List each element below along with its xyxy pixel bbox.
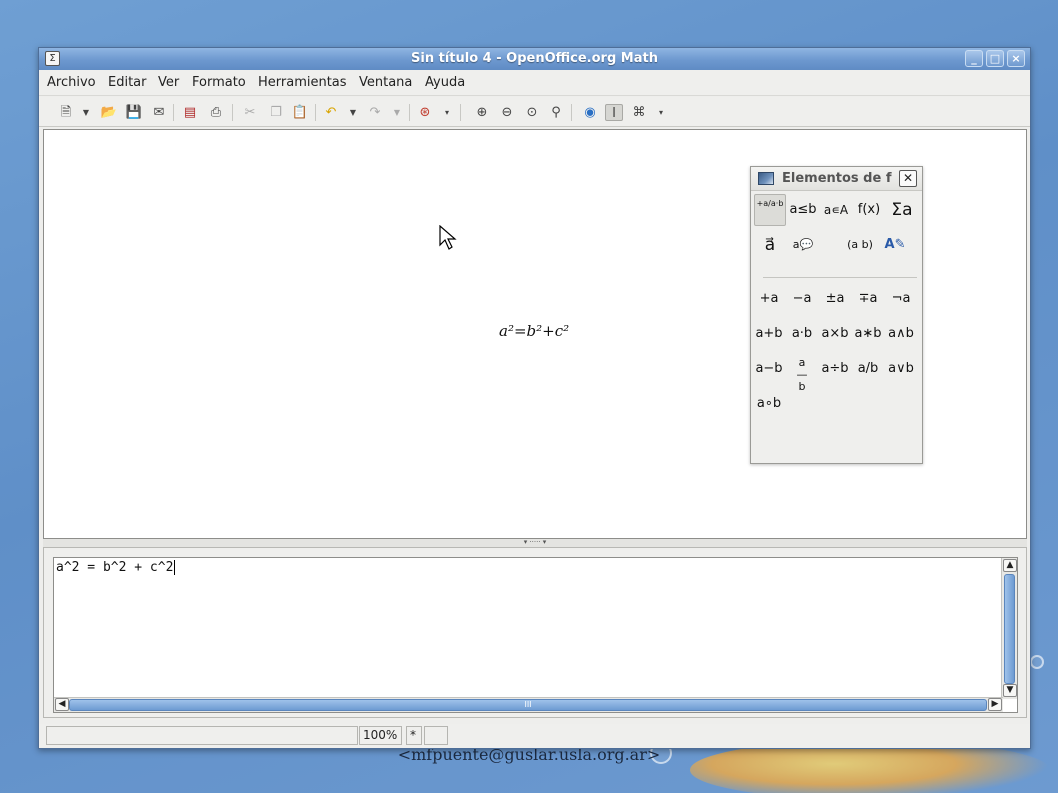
scroll-right-icon[interactable]: ▶ xyxy=(988,698,1002,711)
symbols-icon[interactable]: ⌘ xyxy=(630,104,648,121)
new-document-icon[interactable]: 🗎 xyxy=(57,104,75,121)
vertical-scrollbar[interactable]: ▲ ▼ xyxy=(1001,558,1017,699)
update-icon[interactable]: ◉ xyxy=(581,104,599,121)
element-a-or-b[interactable]: a∨b xyxy=(885,353,917,385)
category-functions-icon[interactable]: f(x) xyxy=(853,194,885,226)
category-relations-icon[interactable]: a≤b xyxy=(787,194,819,226)
show-all-icon[interactable]: ⚲ xyxy=(547,104,565,121)
category-set-operations-icon[interactable]: a∊A xyxy=(820,194,852,226)
formula-cursor-icon[interactable]: I xyxy=(605,104,623,121)
menu-ventana[interactable]: Ventana xyxy=(359,75,412,90)
cut-icon[interactable]: ✂ xyxy=(241,104,259,121)
toolbar-separator xyxy=(173,104,174,121)
export-pdf-icon[interactable]: ▤ xyxy=(181,104,199,121)
toolbar-separator xyxy=(460,104,461,121)
elements-panel-title: Elementos de f xyxy=(782,171,892,186)
toolbar-overflow-icon[interactable]: ▾ xyxy=(438,104,456,121)
zoom-in-icon[interactable]: ⊕ xyxy=(473,104,491,121)
open-icon[interactable]: 📂 xyxy=(100,104,118,121)
command-text[interactable]: a^2 = b^2 + c^2 xyxy=(56,560,176,575)
commands-panel: a^2 = b^2 + c^2 ▲ ▼ ◀ III ▶ xyxy=(43,547,1027,718)
element-a-cdot-b[interactable]: a·b xyxy=(786,318,818,350)
horizontal-scrollbar[interactable]: ◀ III ▶ xyxy=(54,697,1003,712)
element-not-a[interactable]: ¬a xyxy=(885,283,917,315)
toolbar-separator xyxy=(315,104,316,121)
print-icon[interactable]: ⎙ xyxy=(207,104,225,121)
maximize-button[interactable]: □ xyxy=(986,50,1004,67)
zoom-level[interactable]: 100% xyxy=(359,726,402,745)
close-button[interactable]: × xyxy=(1007,50,1025,67)
vertical-scroll-thumb[interactable] xyxy=(1004,574,1015,684)
element-a-and-b[interactable]: a∧b xyxy=(885,318,917,350)
dropdown-icon[interactable]: ▼ xyxy=(388,104,406,121)
element-minus-a[interactable]: −a xyxy=(786,283,818,315)
category-others-icon[interactable]: a💬 xyxy=(787,229,819,261)
toolbar-separator xyxy=(409,104,410,121)
elements-panel: Elementos de f ✕ +a/a·b a≤b a∊A f(x) Σa … xyxy=(750,166,923,464)
element-a-div-b[interactable]: a÷b xyxy=(819,353,851,385)
modified-indicator: * xyxy=(406,726,422,745)
element-plus-a[interactable]: +a xyxy=(753,283,785,315)
minimize-button[interactable]: _ xyxy=(965,50,983,67)
category-unary-binary-icon[interactable]: +a/a·b xyxy=(754,194,786,226)
element-a-circ-b[interactable]: a∘b xyxy=(753,388,785,420)
email-icon[interactable]: ✉ xyxy=(150,104,168,121)
title-bar[interactable]: Σ Sin título 4 - OpenOffice.org Math _ □… xyxy=(39,48,1030,70)
undo-icon[interactable]: ↶ xyxy=(322,104,340,121)
status-bar: 100% * xyxy=(39,724,1030,748)
menu-herramientas[interactable]: Herramientas xyxy=(258,75,347,90)
element-a-plus-b[interactable]: a+b xyxy=(753,318,785,350)
element-a-times-b[interactable]: a×b xyxy=(819,318,851,350)
scroll-down-icon[interactable]: ▼ xyxy=(1003,684,1017,697)
dropdown-icon[interactable]: ▼ xyxy=(77,104,95,121)
toolbar-overflow-icon[interactable]: ▾ xyxy=(652,104,670,121)
command-input[interactable]: a^2 = b^2 + c^2 ▲ ▼ ◀ III ▶ xyxy=(53,557,1018,713)
element-a-minus-b[interactable]: a−b xyxy=(753,353,785,385)
element-a-ast-b[interactable]: a∗b xyxy=(852,318,884,350)
help-icon[interactable]: ⊛ xyxy=(416,104,434,121)
elements-panel-icon xyxy=(758,172,774,185)
element-a-over-b[interactable]: a — b xyxy=(786,353,818,393)
paste-icon[interactable]: 📋 xyxy=(291,104,309,121)
element-plusminus-a[interactable]: ±a xyxy=(819,283,851,315)
category-format-icon[interactable]: A✎ xyxy=(879,229,911,261)
scroll-left-icon[interactable]: ◀ xyxy=(55,698,69,711)
scroll-up-icon[interactable]: ▲ xyxy=(1003,559,1017,572)
splitter-handle[interactable]: ▾ ····· ▾ xyxy=(43,539,1027,547)
category-operators-icon[interactable]: Σa xyxy=(886,194,918,226)
window-title: Sin título 4 - OpenOffice.org Math xyxy=(411,51,658,66)
element-minusplus-a[interactable]: ∓a xyxy=(852,283,884,315)
category-attributes-icon[interactable]: a⃗ xyxy=(754,229,786,261)
redo-icon[interactable]: ↷ xyxy=(366,104,384,121)
desktop-bubble xyxy=(1030,655,1044,669)
elements-panel-titlebar[interactable]: Elementos de f ✕ xyxy=(751,167,922,191)
toolbar-separator xyxy=(571,104,572,121)
menu-editar[interactable]: Editar xyxy=(108,75,147,90)
category-brackets-icon[interactable]: (a b) xyxy=(844,229,876,261)
menu-archivo[interactable]: Archivo xyxy=(47,75,96,90)
toolbar-separator xyxy=(232,104,233,121)
copy-icon[interactable]: ❐ xyxy=(267,104,285,121)
status-extra xyxy=(424,726,448,745)
menu-ayuda[interactable]: Ayuda xyxy=(425,75,465,90)
panel-divider xyxy=(763,277,917,278)
menu-ver[interactable]: Ver xyxy=(158,75,179,90)
save-icon[interactable]: 💾 xyxy=(125,104,143,121)
menu-bar: Archivo Editar Ver Formato Herramientas … xyxy=(39,70,1030,96)
zoom-100-icon[interactable]: ⊙ xyxy=(523,104,541,121)
horizontal-scroll-thumb[interactable]: III xyxy=(69,699,987,711)
zoom-out-icon[interactable]: ⊖ xyxy=(498,104,516,121)
dropdown-icon[interactable]: ▼ xyxy=(344,104,362,121)
standard-toolbar: 🗎 ▼ 📂 💾 ✉ ▤ ⎙ ✂ ❐ 📋 ↶ ▼ ↷ ▼ ⊛ ▾ ⊕ ⊖ ⊙ ⚲ … xyxy=(39,97,1030,127)
element-a-slash-b[interactable]: a/b xyxy=(852,353,884,385)
close-icon[interactable]: ✕ xyxy=(899,170,917,187)
mouse-pointer-icon xyxy=(439,225,457,250)
menu-formato[interactable]: Formato xyxy=(192,75,246,90)
rendered-formula: a²=b²+c² xyxy=(499,322,570,340)
status-message xyxy=(46,726,358,745)
